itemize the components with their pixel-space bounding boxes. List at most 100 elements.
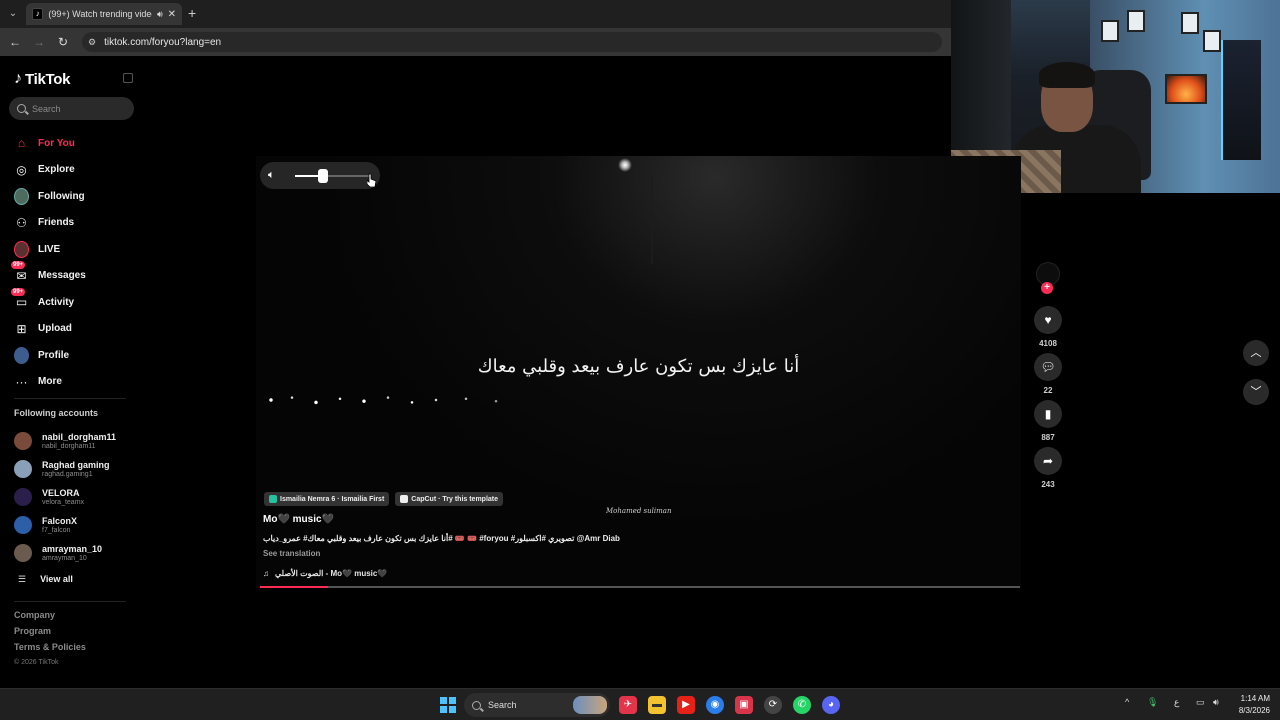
share-button[interactable]: ➦ bbox=[1034, 447, 1062, 475]
save-button[interactable]: ▮ bbox=[1034, 400, 1062, 428]
sidebar: ♪ TikTok Search ⌂ For You ◎ Explore Foll… bbox=[0, 56, 145, 688]
share-icon: ➦ bbox=[1042, 454, 1054, 468]
browser-tab[interactable]: ♪ (99+) Watch trending videos 🔊︎ ✕ bbox=[26, 3, 182, 25]
system-clock[interactable]: 1:14 AM 8/3/2026 bbox=[1228, 693, 1270, 717]
activity-icon: ▭ 99+ bbox=[11, 287, 28, 310]
upload-icon: ⊞ bbox=[16, 321, 27, 336]
messages-icon: ✉ 99+ bbox=[11, 261, 27, 283]
heart-icon: ♥ bbox=[1044, 313, 1052, 327]
divider bbox=[14, 601, 126, 602]
search-input[interactable]: Search bbox=[9, 97, 134, 120]
tab-search-icon[interactable]: ⌄ bbox=[5, 6, 21, 22]
video-player[interactable]: أنا عايزك بس تكون عارف بيعد وقلبي معاك M… bbox=[256, 156, 1021, 588]
taskbar-search[interactable]: Search bbox=[464, 693, 610, 717]
account-item[interactable]: amrayman_10 amrayman_10 bbox=[14, 539, 139, 567]
live-icon bbox=[14, 240, 29, 258]
footer-link-company[interactable]: Company bbox=[14, 610, 86, 626]
volume-slider-handle[interactable] bbox=[317, 169, 328, 183]
view-all-button[interactable]: ☰ View all bbox=[14, 567, 139, 591]
new-tab-icon[interactable]: + bbox=[188, 5, 196, 21]
network-icon[interactable]: ▭ bbox=[1196, 697, 1205, 708]
volume-control[interactable]: 🔈︎ bbox=[260, 162, 380, 189]
address-bar[interactable]: ⚙ tiktok.com/foryou?lang=en bbox=[82, 32, 942, 52]
browser-tab-strip: ⌄ ♪ (99+) Watch trending videos 🔊︎ ✕ + bbox=[0, 0, 951, 28]
footer-link-terms[interactable]: Terms & Policies bbox=[14, 642, 86, 658]
avatar bbox=[14, 432, 32, 450]
whatsapp-icon[interactable]: ✆ bbox=[793, 696, 811, 714]
nav-activity[interactable]: ▭ 99+ Activity bbox=[11, 287, 139, 316]
main-nav: ⌂ For You ◎ Explore Following ⚇ Friends … bbox=[11, 130, 139, 396]
nav-for-you[interactable]: ⌂ For You bbox=[14, 130, 139, 157]
previous-video-button[interactable]: ︿ bbox=[1243, 340, 1269, 366]
volume-slider[interactable] bbox=[295, 169, 370, 183]
discord-icon[interactable]: ◕ bbox=[822, 696, 840, 714]
youtube-icon[interactable]: ▶ bbox=[677, 696, 695, 714]
site-info-icon[interactable]: ⚙ bbox=[88, 37, 96, 48]
app-icon[interactable]: ▣ bbox=[735, 696, 753, 714]
following-accounts-title: Following accounts bbox=[14, 408, 99, 418]
forward-icon[interactable]: → bbox=[31, 34, 47, 50]
back-icon[interactable]: ← bbox=[7, 34, 23, 50]
tiktok-logo[interactable]: ♪ TikTok bbox=[14, 70, 70, 88]
friends-icon: ⚇ bbox=[16, 215, 27, 230]
nav-explore[interactable]: ◎ Explore bbox=[14, 157, 139, 184]
speaker-icon[interactable]: 🔊︎ bbox=[157, 9, 163, 20]
collapse-sidebar-icon[interactable] bbox=[123, 73, 133, 83]
sidebar-footer: Company Program Terms & Policies © 2026 … bbox=[14, 610, 86, 666]
like-button[interactable]: ♥ bbox=[1034, 306, 1062, 334]
location-anchor[interactable]: Ismailia Nemra 6 · Ismailia First bbox=[264, 492, 390, 506]
footer-link-program[interactable]: Program bbox=[14, 626, 86, 642]
like-count: 4108 bbox=[1039, 339, 1057, 348]
tiktok-favicon-icon: ♪ bbox=[32, 8, 44, 20]
reload-icon[interactable]: ↻ bbox=[55, 34, 71, 50]
file-explorer-icon[interactable]: ▬ bbox=[648, 696, 666, 714]
video-progress-bar[interactable] bbox=[260, 586, 1020, 588]
account-item[interactable]: FalconX f7_falcon bbox=[14, 511, 139, 539]
account-item[interactable]: nabil_dorgham11 nabil_dorgham11 bbox=[14, 427, 139, 455]
nav-live[interactable]: LIVE bbox=[14, 236, 139, 263]
language-indicator[interactable]: ع bbox=[1174, 697, 1179, 708]
music-note-icon: ♫ bbox=[263, 569, 269, 578]
bookmark-icon: ▮ bbox=[1044, 407, 1052, 421]
speaker-icon[interactable]: 🔊︎ bbox=[1213, 697, 1219, 708]
follow-button[interactable]: + bbox=[1041, 282, 1053, 294]
following-accounts-list: nabil_dorgham11 nabil_dorgham11 Raghad ga… bbox=[14, 427, 139, 591]
tiktok-note-icon: ♪ bbox=[14, 70, 22, 87]
compass-icon: ◎ bbox=[16, 162, 27, 177]
capcut-anchor[interactable]: CapCut · Try this template bbox=[395, 492, 504, 506]
see-translation-link[interactable]: See translation bbox=[263, 549, 320, 558]
nav-profile[interactable]: Profile bbox=[14, 342, 139, 369]
video-streetlight bbox=[618, 158, 632, 172]
copyright: © 2026 TikTok bbox=[14, 659, 59, 666]
chrome-icon[interactable]: ◉ bbox=[706, 696, 724, 714]
following-avatar-icon bbox=[14, 187, 29, 205]
profile-avatar-icon bbox=[14, 346, 29, 364]
account-item[interactable]: Raghad gaming raghad.gaming1 bbox=[14, 455, 139, 483]
avatar bbox=[14, 488, 32, 506]
account-item[interactable]: VELORA velora_teamx bbox=[14, 483, 139, 511]
volume-icon[interactable]: 🔈︎ bbox=[268, 169, 275, 182]
nav-friends[interactable]: ⚇ Friends bbox=[14, 210, 139, 237]
next-video-button[interactable]: ﹀ bbox=[1243, 379, 1269, 405]
comment-button[interactable]: 💬︎ bbox=[1034, 353, 1062, 381]
nav-following[interactable]: Following bbox=[14, 183, 139, 210]
video-lyric-text: أنا عايزك بس تكون عارف بيعد وقلبي معاك bbox=[477, 356, 800, 377]
taskbar-app-icon[interactable]: ✈ bbox=[619, 696, 637, 714]
nav-upload[interactable]: ⊞ Upload bbox=[14, 316, 139, 343]
app-icon[interactable]: ⟳ bbox=[764, 696, 782, 714]
video-anchors: Ismailia Nemra 6 · Ismailia First CapCut… bbox=[264, 492, 504, 506]
action-bar: ♥ 4108 💬︎ 22 ▮ 887 ➦ 243 bbox=[1033, 262, 1063, 494]
video-watermark: Mohamed suliman bbox=[606, 507, 672, 515]
video-author[interactable]: Mo🖤 music🖤 bbox=[263, 514, 334, 525]
nav-messages[interactable]: ✉ 99+ Messages bbox=[11, 261, 139, 290]
music-title: الصوت الأصلي - Mo🖤 music🖤 bbox=[275, 569, 388, 578]
microphone-icon[interactable]: 🎙︎ bbox=[1147, 697, 1158, 708]
chevron-up-icon[interactable]: ^ bbox=[1125, 697, 1129, 707]
nav-more[interactable]: ··· More bbox=[14, 369, 139, 396]
video-caption: أنا عايزك بس تكون عارف بيعد وقلبي معاك# … bbox=[263, 534, 620, 543]
close-tab-icon[interactable]: ✕ bbox=[168, 9, 176, 20]
start-button[interactable] bbox=[440, 697, 456, 713]
search-icon bbox=[17, 104, 26, 113]
music-info[interactable]: ♫ الصوت الأصلي - Mo🖤 music🖤 bbox=[263, 569, 387, 578]
activity-badge: 99+ bbox=[11, 287, 26, 296]
